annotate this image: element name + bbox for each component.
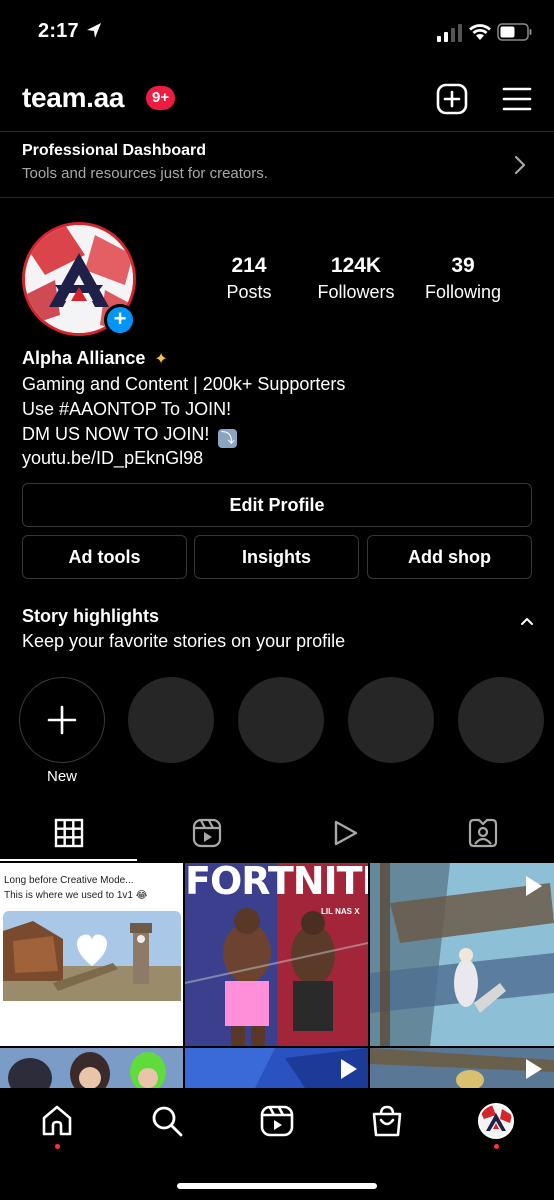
stat-followers[interactable]: 124K Followers [301,254,411,303]
professional-dashboard-subtitle: Tools and resources just for creators. [22,165,268,182]
lil-nas-x-text: LIL NAS X [321,907,360,916]
tagged-icon[interactable] [468,818,498,848]
search-icon[interactable] [150,1104,184,1138]
posts-count: 214 [231,254,267,277]
notification-dot [494,1144,499,1149]
post-caption-line-1: Long before Creative Mode... [4,875,134,886]
dizzy-emoji-icon: ✦ [154,351,168,368]
reels-icon[interactable] [192,818,222,848]
notification-badge[interactable]: 9+ [146,86,176,110]
highlight-placeholder [348,677,434,763]
highlight-placeholder [128,677,214,763]
bio-line-3: DM US NOW TO JOIN! ⤵ [22,422,238,448]
location-arrow-icon [87,23,101,38]
fortnite-logo-text: FORTNITE [185,863,368,903]
bio-name: Alpha Alliance [22,348,146,368]
bio-line-1: Gaming and Content | 200k+ Supporters [22,374,346,394]
edit-profile-button[interactable]: Edit Profile [22,483,532,527]
home-indicator [177,1183,377,1189]
professional-dashboard-title: Professional Dashboard [22,142,207,159]
post-thumbnail[interactable] [185,1048,368,1088]
followers-label: Followers [317,282,395,302]
stat-posts[interactable]: 214 Posts [194,254,304,303]
bio-name-row: Alpha Alliance ✦ [22,346,168,372]
add-story-button[interactable]: + [104,304,136,336]
highlight-placeholder [458,677,544,763]
reels-icon[interactable] [260,1104,294,1138]
profile-tab-avatar[interactable] [478,1103,514,1139]
posts-label: Posts [226,282,272,302]
post-caption: Long before Creative Mode... This is whe… [4,873,147,903]
chevron-up-icon[interactable] [519,615,535,627]
bio-line-2: Use #AAONTOP To JOIN! [22,397,231,421]
story-highlights-subtitle: Keep your favorite stories on your profi… [22,631,346,651]
story-highlights-title: Story highlights [22,606,159,626]
post-caption-line-2: This is where we used to 1v1 😂 [4,890,148,901]
add-shop-button[interactable]: Add shop [367,535,532,579]
cell-signal-icon [437,24,462,42]
battery-icon [497,23,532,41]
followers-count: 124K [330,254,382,277]
ad-tools-button[interactable]: Ad tools [22,535,187,579]
reel-indicator-icon [526,876,542,896]
home-icon[interactable] [40,1104,74,1138]
reel-indicator-icon [341,1059,357,1079]
post-image [0,1048,183,1088]
wifi-icon [469,24,491,40]
arrow-down-emoji-icon: ⤵ [218,429,238,448]
post-thumbnail[interactable] [0,1048,183,1088]
post-thumbnail[interactable] [370,863,554,1046]
new-highlight-button[interactable] [19,677,105,763]
post-image [3,911,181,1001]
active-tab-indicator [0,859,137,861]
plus-icon [47,705,77,735]
alpha-alliance-logo [480,1105,512,1137]
notification-dot [55,1144,60,1149]
reel-indicator-icon [526,1059,542,1079]
bio-line-2-text: Use #AAONTOP To JOIN! [22,399,232,419]
following-label: Following [424,282,502,302]
stat-following[interactable]: 39 Following [408,254,518,303]
grid-icon[interactable] [54,818,84,848]
shop-icon[interactable] [370,1104,404,1138]
new-post-icon[interactable] [436,83,468,115]
insights-button[interactable]: Insights [194,535,359,579]
post-thumbnail[interactable] [370,1048,554,1088]
bio-link[interactable]: youtu.be/ID_pEknGl98 [22,446,203,470]
highlight-placeholder [238,677,324,763]
play-icon[interactable] [330,818,360,848]
new-highlight-label: New [46,768,77,785]
chevron-right-icon[interactable] [513,155,527,175]
status-time: 2:17 [38,20,79,42]
post-thumbnail[interactable]: FORTNITE LIL NAS X [185,863,368,1046]
following-count: 39 [451,254,475,277]
hamburger-menu-icon[interactable] [502,86,532,112]
bio-line-3-text: DM US NOW TO JOIN! [22,424,210,444]
post-thumbnail[interactable]: Long before Creative Mode... This is whe… [0,863,183,1046]
profile-username[interactable]: team.aa [22,82,125,114]
divider [0,197,554,198]
